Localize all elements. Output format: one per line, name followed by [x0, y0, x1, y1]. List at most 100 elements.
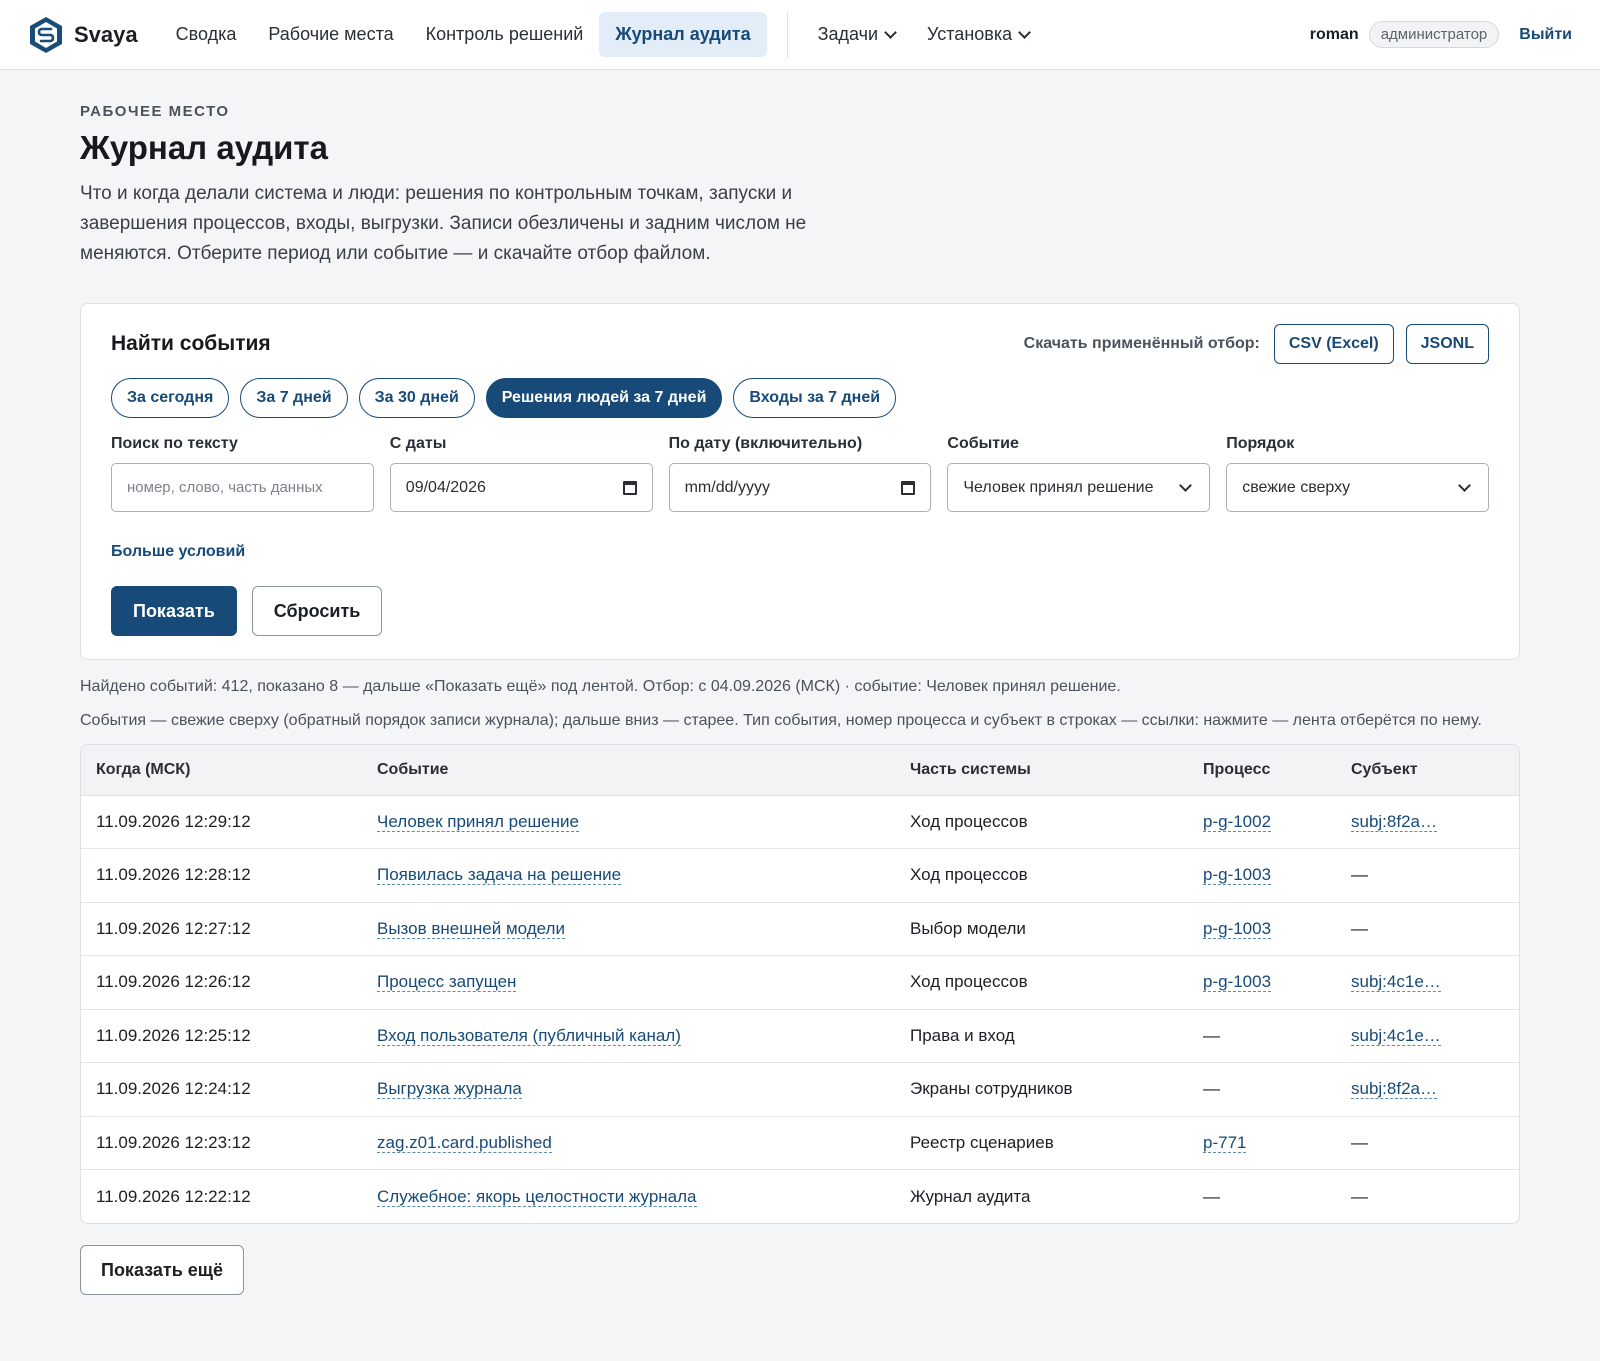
- cell-part: Журнал аудита: [910, 1186, 1031, 1206]
- cell-event: Вход пользователя (публичный канал): [362, 1009, 895, 1063]
- column-header-subject: Субъект: [1336, 745, 1519, 796]
- cell-process: p-g-1003: [1188, 902, 1336, 956]
- date-from-input[interactable]: 09/04/2026: [389, 463, 653, 512]
- cell-process: p-g-1003: [1188, 848, 1336, 903]
- cell-part: Выбор модели: [895, 902, 1188, 956]
- search-input[interactable]: номер, слово, часть данных: [111, 463, 374, 512]
- date-from-value: 09/04/2026: [405, 478, 486, 496]
- brand-name: Svaya: [74, 21, 138, 47]
- cell-when: 11.09.2026 12:24:12: [81, 1062, 362, 1117]
- cell-part: Ход процессов: [895, 848, 1188, 903]
- event-link[interactable]: Вызов внешней модели: [377, 918, 565, 939]
- cell-event: Выгрузка журнала: [362, 1062, 895, 1117]
- user-name: roman: [1309, 25, 1359, 43]
- cell-process: —: [1188, 1009, 1336, 1063]
- preset-7-days[interactable]: За 7 дней: [240, 378, 348, 418]
- order-select-value: свежие сверху: [1242, 478, 1351, 496]
- calendar-icon[interactable]: [622, 480, 637, 495]
- preset-human-decisions-7-days[interactable]: Решения людей за 7 дней: [485, 378, 723, 418]
- column-header-process: Процесс: [1188, 745, 1336, 796]
- subject-link[interactable]: subj:4c1e…: [1351, 1025, 1441, 1046]
- event-link[interactable]: Выгрузка журнала: [377, 1079, 522, 1100]
- logout-link[interactable]: Выйти: [1519, 26, 1572, 44]
- chevron-down-icon: [884, 25, 897, 39]
- event-select[interactable]: Человек принял решение: [947, 463, 1211, 512]
- page-title: Журнал аудита: [80, 129, 328, 166]
- date-to-label: По дату (включительно): [668, 435, 863, 452]
- nav-item-workplaces[interactable]: Рабочие места: [252, 12, 409, 57]
- show-button[interactable]: Показать: [111, 586, 237, 636]
- subject-link[interactable]: subj:8f2a…: [1351, 1079, 1437, 1100]
- events-table-wrap: Когда (МСК) Событие Часть системы Процес…: [80, 744, 1520, 1224]
- cell-when: 11.09.2026 12:22:12: [96, 1186, 251, 1206]
- preset-today[interactable]: За сегодня: [111, 378, 230, 418]
- table-row: 11.09.2026 12:22:12 Служебное: якорь цел…: [81, 1170, 1519, 1224]
- event-link[interactable]: Человек принял решение: [377, 811, 579, 832]
- preset-logins-7-days[interactable]: Входы за 7 дней: [733, 378, 897, 418]
- event-link[interactable]: Появилась задача на решение: [377, 865, 622, 886]
- process-link[interactable]: p-g-1003: [1203, 918, 1272, 939]
- table-row: 11.09.2026 12:29:12 Человек принял решен…: [81, 795, 1519, 849]
- cell-part: Реестр сценариев: [895, 1116, 1188, 1170]
- cell-subject: subj:4c1e…: [1336, 1009, 1519, 1063]
- table-row: 11.09.2026 12:28:12 Появилась задача на …: [81, 848, 1519, 903]
- svaya-logo-icon: [30, 16, 62, 53]
- filter-title: Найти события: [111, 332, 271, 355]
- cell-subject: —: [1336, 1116, 1519, 1170]
- order-select[interactable]: свежие сверху: [1226, 463, 1489, 512]
- cell-subject: subj:8f2a…: [1336, 1062, 1519, 1117]
- date-from-label: С даты: [389, 435, 447, 452]
- subject-link[interactable]: subj:8f2a…: [1351, 811, 1437, 832]
- show-more-button[interactable]: Показать ещё: [80, 1245, 244, 1295]
- download-label: Скачать применённый отбор:: [1023, 335, 1260, 352]
- chevron-down-icon: [1179, 478, 1193, 492]
- process-link[interactable]: p-g-1002: [1203, 811, 1272, 832]
- cell-part: Права и вход: [895, 1009, 1188, 1063]
- event-link[interactable]: Вход пользователя (публичный канал): [377, 1025, 681, 1046]
- event-link[interactable]: zag.z01.card.published: [377, 1132, 552, 1153]
- nav-dropdown-tasks[interactable]: Задачи: [802, 12, 911, 57]
- filter-fields: Поиск по тексту номер, слово, часть данн…: [111, 435, 1489, 512]
- date-to-group: По дату (включительно) mm/dd/yyyy: [668, 435, 932, 512]
- nav-item-summary[interactable]: Сводка: [160, 12, 253, 57]
- table-row: 11.09.2026 12:27:12 Вызов внешней модели…: [81, 902, 1519, 956]
- subject-link[interactable]: subj:4c1e…: [1351, 972, 1441, 993]
- cell-event: Процесс запущен: [362, 955, 895, 1010]
- event-link[interactable]: Процесс запущен: [377, 972, 517, 993]
- nav-item-decision-control[interactable]: Контроль решений: [410, 12, 600, 57]
- cell-when: 11.09.2026 12:27:12: [81, 902, 362, 956]
- main-nav: Сводка Рабочие места Контроль решений Жу…: [160, 11, 1045, 58]
- brand[interactable]: Svaya: [28, 16, 138, 54]
- cell-part: Экраны сотрудников: [895, 1062, 1188, 1117]
- column-header-event: Событие: [362, 745, 895, 796]
- cell-process: —: [1188, 1062, 1336, 1117]
- results-summary: Найдено событий: 412, показано 8 — дальш…: [80, 678, 1121, 695]
- cell-process: p-771: [1188, 1116, 1336, 1170]
- table-row: 11.09.2026 12:24:12 Выгрузка журнала Экр…: [81, 1062, 1519, 1117]
- events-table: Когда (МСК) Событие Часть системы Процес…: [81, 745, 1519, 1223]
- cell-when: 11.09.2026 12:29:12: [81, 795, 362, 849]
- process-link[interactable]: p-g-1003: [1203, 865, 1272, 886]
- download-csv-button[interactable]: CSV (Excel): [1273, 324, 1394, 364]
- page-content: РАБОЧЕЕ МЕСТО Журнал аудита Что и когда …: [0, 70, 1600, 1295]
- preset-30-days[interactable]: За 30 дней: [358, 378, 475, 418]
- table-row: 11.09.2026 12:26:12 Процесс запущен Ход …: [81, 955, 1519, 1010]
- date-from-group: С даты 09/04/2026: [389, 435, 653, 512]
- download-jsonl-button[interactable]: JSONL: [1405, 324, 1489, 364]
- date-to-input[interactable]: mm/dd/yyyy: [668, 463, 932, 512]
- event-link[interactable]: Служебное: якорь целостности журнала: [377, 1186, 697, 1207]
- role-badge: администратор: [1368, 21, 1500, 48]
- cell-event: Человек принял решение: [362, 795, 895, 849]
- table-row: 11.09.2026 12:23:12 zag.z01.card.publish…: [81, 1116, 1519, 1170]
- process-link[interactable]: p-g-1003: [1203, 972, 1272, 993]
- search-label: Поиск по тексту: [111, 435, 238, 452]
- page-description: Что и когда делали система и люди: решен…: [80, 183, 807, 264]
- calendar-icon[interactable]: [901, 480, 916, 495]
- reset-button[interactable]: Сбросить: [251, 586, 383, 636]
- more-conditions-link[interactable]: Больше условий: [111, 543, 245, 561]
- column-header-part: Часть системы: [895, 745, 1188, 796]
- process-link[interactable]: p-771: [1203, 1132, 1247, 1153]
- nav-dropdown-setup[interactable]: Установка: [911, 12, 1045, 57]
- cell-event: Появилась задача на решение: [362, 848, 895, 903]
- nav-item-audit-log[interactable]: Журнал аудита: [599, 12, 767, 57]
